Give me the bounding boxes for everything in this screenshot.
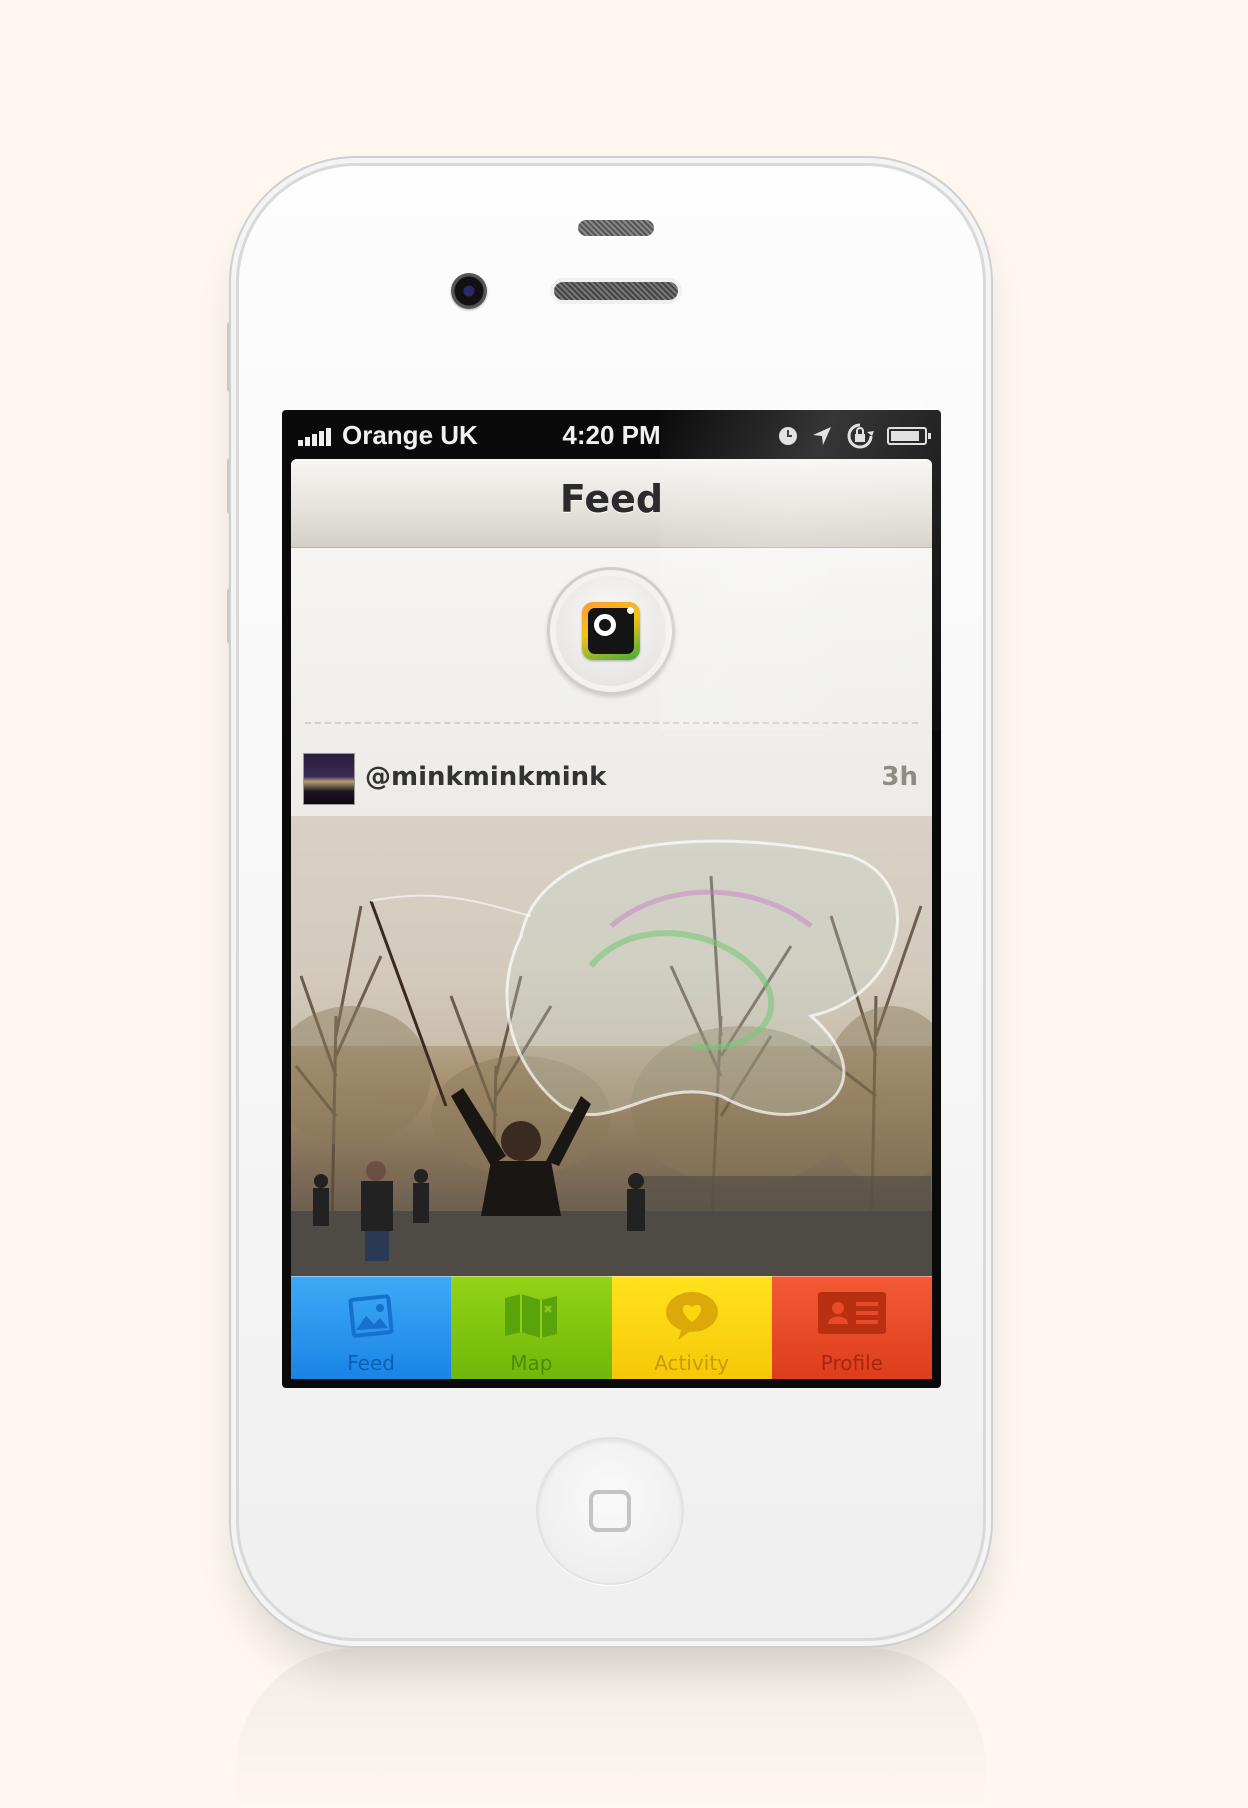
home-button[interactable] [536, 1437, 684, 1585]
tab-map-label: Map [510, 1351, 553, 1375]
location-arrow-icon [813, 427, 831, 445]
home-square-icon [589, 1490, 631, 1532]
tab-feed-label: Feed [347, 1351, 395, 1375]
status-bar: Orange UK 4:20 PM [282, 410, 941, 458]
tab-profile[interactable]: Profile [771, 1276, 932, 1379]
volume-down-button[interactable] [227, 588, 236, 644]
id-card-icon [817, 1292, 886, 1334]
speaker-grille [578, 220, 654, 236]
tab-feed[interactable]: Feed [291, 1276, 452, 1379]
photo-icon [348, 1294, 394, 1338]
post-photo[interactable] [291, 816, 932, 1276]
earpiece [554, 282, 678, 300]
page-title: Feed [559, 477, 664, 521]
phone-reflection [236, 1648, 986, 1808]
avatar[interactable] [303, 753, 355, 805]
app-container: Feed @minkminkmink 3h Feed Map Activity … [291, 459, 932, 1379]
volume-up-button[interactable] [227, 458, 236, 514]
mute-switch[interactable] [227, 322, 236, 392]
post-header: @minkminkmink 3h [291, 730, 932, 816]
front-camera [451, 273, 487, 309]
map-icon [505, 1294, 558, 1338]
tab-activity[interactable]: Activity [611, 1276, 772, 1379]
alarm-icon [779, 427, 797, 445]
navigation-bar: Feed [291, 459, 932, 548]
post-username[interactable]: @minkminkmink [365, 762, 606, 792]
post-age: 3h [881, 762, 918, 792]
tab-map[interactable]: Map [451, 1276, 612, 1379]
camera-section: @minkminkmink 3h [291, 548, 932, 816]
tab-bar: Feed Map Activity Profile [291, 1276, 932, 1379]
status-icons [777, 422, 931, 450]
camera-button[interactable] [547, 567, 675, 695]
instagram-camera-icon [582, 602, 640, 660]
divider [305, 722, 918, 724]
phone-screen: Orange UK 4:20 PM Feed @minkminkmink 3h … [282, 410, 941, 1388]
heart-bubble-icon [665, 1292, 718, 1340]
tab-profile-label: Profile [820, 1351, 883, 1375]
rotation-lock-icon [847, 423, 874, 449]
tab-activity-label: Activity [654, 1351, 730, 1375]
battery-icon [887, 427, 931, 445]
